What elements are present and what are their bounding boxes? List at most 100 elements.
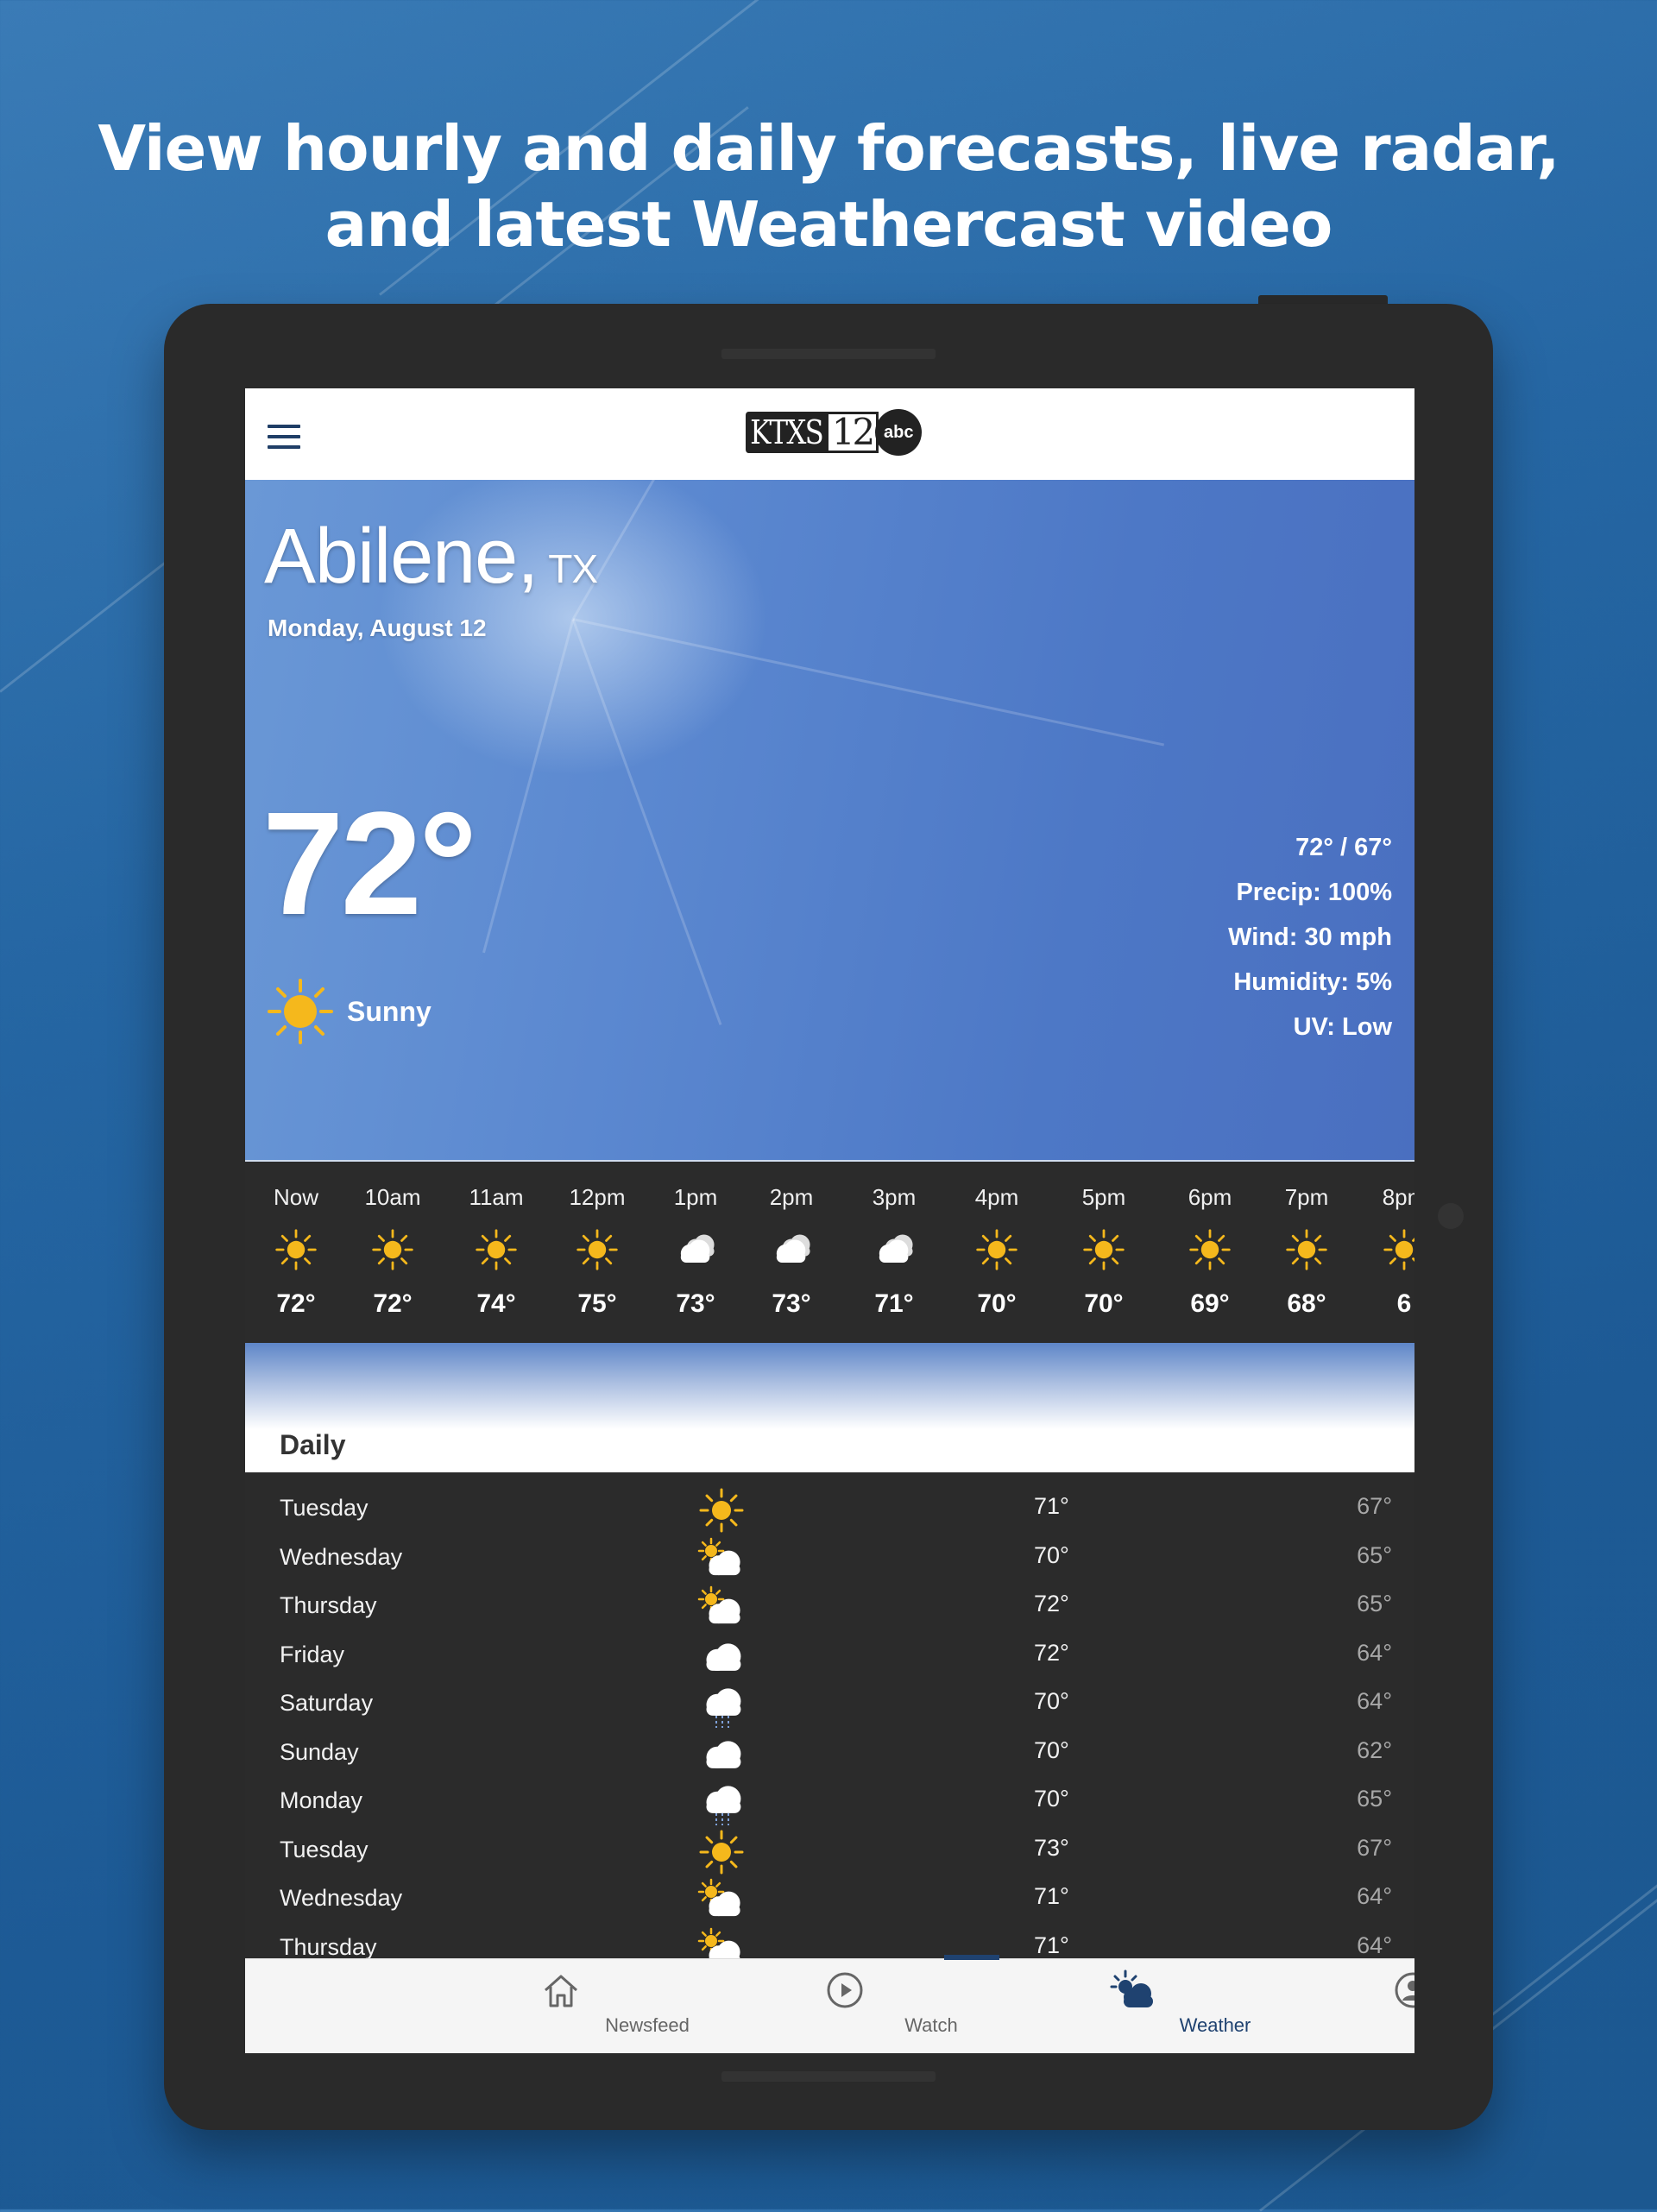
hamburger-menu-icon[interactable] [268,425,300,449]
sun-ray [572,618,1165,747]
daily-high: 70° [1034,1688,1069,1714]
daily-low: 65° [1357,1786,1392,1812]
daily-day: Saturday [280,1690,374,1716]
nav-tab-watch[interactable]: Watch [759,1959,958,2053]
sun-ray [571,618,722,1025]
tablet-camera [1438,1203,1464,1229]
cloud-icon [872,1227,917,1272]
hourly-temp: 72° [373,1289,413,1318]
hourly-time: 8pm [1382,1184,1414,1210]
hourly-time: 12pm [569,1184,626,1210]
current-conditions-panel: Abilene, TX Monday, August 12 72° Sunny 7… [245,394,1414,1160]
daily-row[interactable]: Sunday 70° 62° [245,1730,1414,1779]
location-title: Abilene, TX [264,513,598,602]
daily-row[interactable]: Saturday 70° 64° [245,1681,1414,1730]
hourly-temp: 69° [1190,1289,1230,1318]
daily-title: Daily [280,1429,346,1460]
hourly-time: 7pm [1284,1184,1329,1210]
daily-row[interactable]: Friday 72° 64° [245,1633,1414,1681]
daily-day: Tuesday [280,1495,369,1521]
sun-icon [697,1486,746,1535]
sun-icon [697,1828,746,1876]
sun-icon [474,1227,519,1272]
daily-day: Thursday [280,1592,377,1618]
hourly-time: 4pm [974,1184,1019,1210]
hourly-time: 2pm [769,1184,814,1210]
sun-icon [974,1227,1019,1272]
bottom-navigation: Newsfeed Watch Weather Me [245,1955,1414,2053]
hourly-temp: 71° [874,1289,914,1318]
rain-icon [697,1779,746,1827]
daily-low: 64° [1357,1639,1392,1666]
logo-channel: 12 [825,412,879,453]
sun-ray [482,619,575,954]
daily-header: Daily [245,1429,1414,1472]
nav-tab-weather[interactable]: Weather [1043,1959,1251,2053]
nav-label: Weather [1179,2014,1251,2036]
daily-low: 65° [1357,1541,1392,1568]
humidity: Humidity: 5% [1233,968,1392,996]
hourly-temp: 73° [772,1289,811,1318]
daily-forecast-list[interactable]: Tuesday 71° 67° Wednesday 70° 65° Thursday… [245,1474,1414,1960]
daily-low: 64° [1357,1932,1392,1958]
home-icon [540,1969,582,2011]
partly-cloudy-icon [697,1535,746,1584]
daily-day: Wednesday [280,1543,403,1570]
background-streak [1484,1807,1657,2022]
hourly-forecast-strip[interactable]: Now 72° 10am 72° 11am 74° 12pm 75° 1pm 73° 2p… [245,1160,1414,1345]
weather-icon [1108,1969,1153,2011]
hourly-temp: 6 [1396,1289,1412,1318]
condition-label: Sunny [347,995,432,1027]
sun-icon [1188,1227,1232,1272]
daily-row[interactable]: Monday 70° 65° [245,1779,1414,1827]
hourly-time: 5pm [1081,1184,1126,1210]
nav-tab-me[interactable]: Me [1326,1959,1414,2053]
active-tab-indicator [944,1955,999,1960]
partly-cloudy-icon [697,1584,746,1632]
partly-cloudy-icon [697,1925,746,1960]
hourly-time: 10am [364,1184,421,1210]
current-condition: Sunny [266,977,432,1046]
hourly-temp: 72° [276,1289,316,1318]
sun-icon [370,1227,415,1272]
user-icon [1392,1969,1414,2011]
daily-low: 62° [1357,1736,1392,1763]
daily-row[interactable]: Tuesday 73° 67° [245,1828,1414,1876]
cloud-icon [769,1227,814,1272]
hourly-temp: 68° [1287,1289,1326,1318]
logo-callsign: KTXS [746,412,828,453]
daily-row[interactable]: Wednesday 70° 65° [245,1535,1414,1584]
hourly-time: 1pm [673,1184,718,1210]
daily-day: Sunday [280,1738,359,1765]
hourly-time: 11am [469,1184,524,1210]
hourly-time: Now [273,1184,318,1210]
daily-high: 72° [1034,1591,1069,1616]
nav-tab-newsfeed[interactable]: Newsfeed [475,1959,690,2053]
daily-high: 70° [1034,1736,1069,1763]
promo-headline: View hourly and daily forecasts, live ra… [0,110,1657,262]
hi-lo: 72° / 67° [1295,834,1392,861]
nav-label: Newsfeed [605,2014,690,2036]
state-abbr: TX [548,546,598,591]
daily-high: 73° [1034,1834,1069,1861]
daily-row[interactable]: Thursday 71° 64° [245,1925,1414,1960]
tablet-speaker-top [721,349,936,359]
hourly-temp: 74° [476,1289,516,1318]
daily-day: Wednesday [280,1885,403,1911]
daily-row[interactable]: Wednesday 71° 64° [245,1876,1414,1925]
hourly-temp: 73° [676,1289,715,1318]
sun-icon [1081,1227,1126,1272]
daily-low: 67° [1357,1493,1392,1519]
play-circle-icon [824,1969,866,2011]
daily-row[interactable]: Tuesday 71° 67° [245,1486,1414,1535]
daily-day: Monday [280,1787,363,1813]
current-temperature: 72° [262,782,477,946]
cloud-icon [697,1633,746,1681]
cloud-icon [673,1227,718,1272]
partly-cloudy-icon [697,1876,746,1925]
daily-low: 67° [1357,1834,1392,1861]
station-logo: KTXS 12 abc [746,409,923,456]
daily-day: Tuesday [280,1836,369,1862]
daily-row[interactable]: Thursday 72° 65° [245,1584,1414,1632]
daily-high: 71° [1034,1493,1069,1519]
